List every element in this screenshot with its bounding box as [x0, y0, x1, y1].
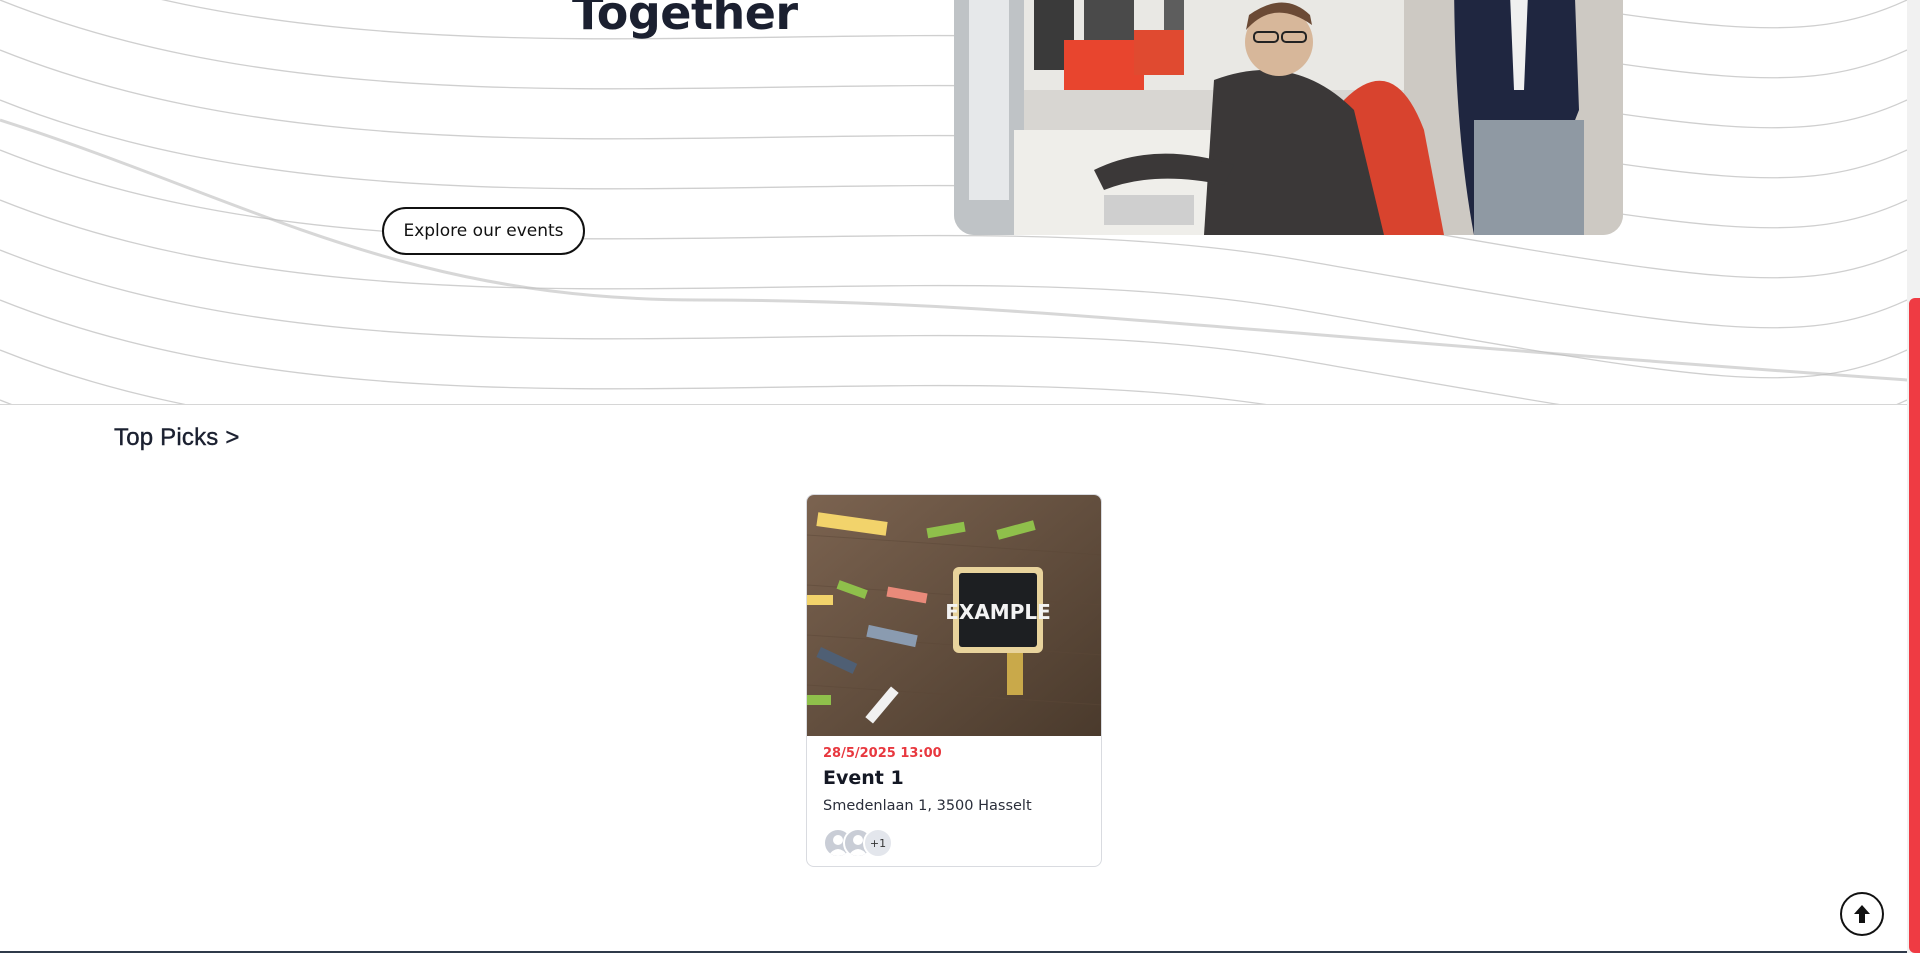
hero-photo: [954, 0, 1623, 235]
avatar-more-count: +1: [863, 828, 893, 858]
event-title: Event 1: [823, 767, 904, 789]
top-picks-heading[interactable]: Top Picks >: [114, 424, 240, 452]
attendee-avatars: +1: [823, 828, 913, 858]
sign-text: EXAMPLE: [945, 600, 1051, 624]
event-image: EXAMPLE: [807, 495, 1101, 736]
explore-events-button[interactable]: Explore our events: [382, 207, 585, 255]
arrow-up-circle-icon: [1854, 905, 1870, 923]
scroll-to-top-button[interactable]: [1840, 892, 1884, 936]
scrollbar-thumb[interactable]: [1909, 298, 1920, 953]
hero-section: Together Explore our events: [0, 0, 1907, 405]
event-card[interactable]: EXAMPLE 28/5/2025 13:00 Event 1 Smedenla…: [806, 494, 1102, 867]
event-date: 28/5/2025 13:00: [823, 746, 942, 761]
event-address: Smedenlaan 1, 3500 Hasselt: [823, 798, 1032, 814]
hero-title: Together: [572, 0, 798, 40]
